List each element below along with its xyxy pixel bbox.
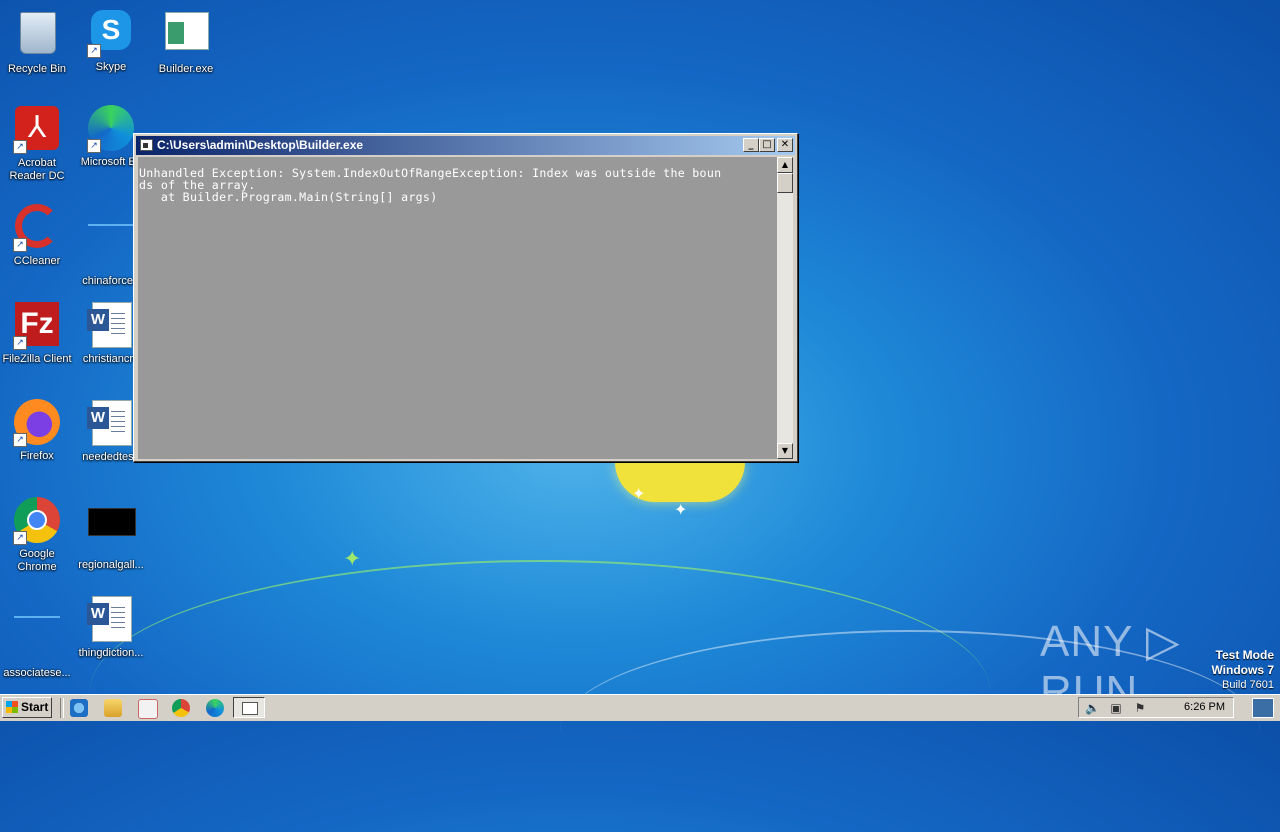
- desktop-icon-label: Google Chrome: [17, 548, 57, 573]
- vertical-scrollbar[interactable]: ▲ ▼: [777, 157, 793, 459]
- scroll-thumb[interactable]: [777, 173, 793, 193]
- start-button[interactable]: Start: [2, 697, 52, 718]
- console-window[interactable]: C:\Users\admin\Desktop\Builder.exe _ □ ✕…: [133, 133, 798, 462]
- word-document-icon: [87, 400, 132, 446]
- console-app-icon: [140, 139, 153, 151]
- internet-explorer-icon[interactable]: [70, 699, 88, 717]
- shortcut-arrow-icon: ↗: [87, 44, 101, 58]
- desktop-icon-skype[interactable]: S ↗ Skype: [74, 6, 148, 74]
- shortcut-arrow-icon: ↗: [13, 140, 27, 154]
- window-title: C:\Users\admin\Desktop\Builder.exe: [157, 138, 364, 152]
- desktop-icon-label: Builder.exe: [158, 63, 214, 75]
- wallpaper-sparkle: ✦: [632, 484, 646, 503]
- desktop-icon-label: regionalgall...: [78, 559, 144, 571]
- desktop-icon-regionalgall[interactable]: regionalgall...: [74, 496, 148, 572]
- edge-taskbar-icon[interactable]: [206, 699, 224, 717]
- console-output[interactable]: Unhandled Exception: System.IndexOutOfRa…: [138, 157, 779, 459]
- desktop-icon-label: Recycle Bin: [7, 63, 67, 75]
- action-center-flag-icon[interactable]: ⚑: [1133, 701, 1147, 715]
- shortcut-arrow-icon: ↗: [13, 531, 27, 545]
- windows-logo-icon: [6, 701, 18, 713]
- maximize-button[interactable]: □: [759, 138, 775, 152]
- start-label: Start: [21, 700, 49, 714]
- volume-icon[interactable]: 🔈: [1085, 701, 1100, 715]
- minimize-button[interactable]: _: [743, 138, 759, 152]
- desktop-icon-firefox[interactable]: ↗ Firefox: [0, 398, 74, 463]
- file-explorer-icon[interactable]: [104, 699, 122, 717]
- shortcut-arrow-icon: ↗: [13, 238, 27, 252]
- desktop-icon-thingdiction[interactable]: thingdiction...: [74, 594, 148, 660]
- desktop-icon-filezilla[interactable]: Fz ↗ FileZilla Client: [0, 300, 74, 366]
- scroll-down-icon[interactable]: ▼: [777, 443, 793, 459]
- shortcut-arrow-icon: ↗: [13, 336, 27, 350]
- chrome-taskbar-icon[interactable]: [172, 699, 190, 717]
- desktop-icon-label: Skype: [95, 61, 127, 73]
- desktop-icon-associatese[interactable]: associatese...: [0, 594, 74, 680]
- desktop-icon-label: CCleaner: [13, 255, 61, 267]
- word-document-icon: [87, 302, 132, 348]
- desktop-icon-label: associatese...: [3, 667, 71, 679]
- recycle-bin-icon: [20, 12, 56, 54]
- file-icon: [88, 224, 134, 226]
- scroll-up-icon[interactable]: ▲: [777, 157, 793, 173]
- desktop-icon-label: thingdiction...: [78, 647, 144, 659]
- taskbar-separator: [60, 698, 64, 718]
- close-button[interactable]: ✕: [777, 138, 793, 152]
- desktop-icon-chrome[interactable]: ↗ Google Chrome: [0, 496, 74, 574]
- desktop-icon-label: Firefox: [20, 450, 54, 462]
- os-build-info: Test Mode Windows 7 Build 7601: [1211, 648, 1274, 692]
- console-text: Unhandled Exception: System.IndexOutOfRa…: [139, 166, 722, 204]
- test-mode-label: Test Mode: [1215, 648, 1274, 662]
- show-desktop-icon[interactable]: [1252, 698, 1274, 718]
- desktop-icon-label: FileZilla Client: [2, 353, 72, 365]
- taskbar: Start 🔈 ▣ ⚑ 6:26 PM: [0, 694, 1280, 721]
- shortcut-arrow-icon: ↗: [87, 139, 101, 153]
- shortcut-arrow-icon: ↗: [13, 433, 27, 447]
- desktop-icon-recycle-bin[interactable]: Recycle Bin: [0, 6, 74, 76]
- windows-version-label: Windows 7: [1211, 663, 1274, 677]
- desktop-icon-ccleaner[interactable]: ↗ CCleaner: [0, 202, 74, 268]
- desktop-icon-acrobat[interactable]: ⅄ ↗ Acrobat Reader DC: [0, 104, 74, 183]
- build-label: Build 7601: [1222, 679, 1274, 691]
- desktop-icon-label: Acrobat Reader DC: [9, 157, 65, 182]
- wallpaper-sparkle: ✦: [343, 547, 362, 572]
- media-player-icon[interactable]: [138, 699, 158, 719]
- network-icon[interactable]: ▣: [1109, 701, 1123, 715]
- window-titlebar[interactable]: C:\Users\admin\Desktop\Builder.exe _ □ ✕: [136, 136, 795, 155]
- file-icon: [14, 616, 60, 618]
- image-thumbnail-icon: [88, 508, 136, 536]
- wallpaper-sparkle: ✦: [674, 500, 688, 519]
- system-tray: 🔈 ▣ ⚑ 6:26 PM: [1078, 697, 1234, 718]
- taskbar-console-button[interactable]: [233, 697, 265, 718]
- word-document-icon: [87, 596, 132, 642]
- application-icon: [165, 12, 209, 50]
- clock[interactable]: 6:26 PM: [1184, 701, 1225, 713]
- desktop-icon-builder[interactable]: Builder.exe: [149, 6, 223, 76]
